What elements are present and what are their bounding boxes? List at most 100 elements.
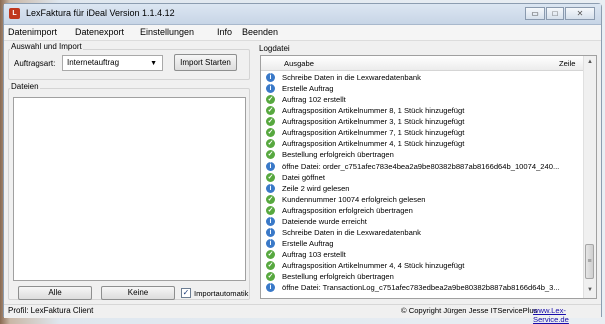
success-check-icon: ✓ <box>266 95 275 105</box>
info-icon: i <box>266 161 275 171</box>
status-bar: Profil: LexFaktura Client © Copyright Jü… <box>4 304 601 324</box>
column-header-line[interactable]: Zeile <box>559 59 575 68</box>
success-check-icon: ✓ <box>266 128 275 138</box>
log-row-text: Auftragsposition Artikelnummer 4, 4 Stüc… <box>282 261 465 271</box>
info-icon: i <box>266 238 275 248</box>
log-row-text: öffne Datei: TransactionLog_c751afec783e… <box>282 283 560 293</box>
log-row-text: Kundennummer 10074 erfolgreich gelesen <box>282 194 426 204</box>
log-row-text: Schreibe Daten in die Lexwaredatenbank <box>282 73 421 82</box>
log-row-text: Auftragsposition erfolgreich übertragen <box>282 205 413 215</box>
log-row-text: Zeile 2 wird gelesen <box>282 183 350 193</box>
success-check-icon: ✓ <box>266 139 275 149</box>
menu-bar: Datenimport Datenexport Einstellungen In… <box>4 25 601 41</box>
menu-info[interactable]: Info <box>217 27 232 37</box>
order-type-label: Auftragsart: <box>14 59 56 68</box>
maximize-button[interactable]: □ <box>546 7 564 20</box>
log-row[interactable]: ✓ Auftragsposition Artikelnummer 3, 1 Stü… <box>261 116 585 127</box>
log-row[interactable]: i Dateiende wurde erreicht <box>261 216 585 227</box>
main-window: L LexFaktura für iDeal Version 1.1.4.12 … <box>3 3 602 324</box>
import-group-label: Auswahl und Import <box>10 42 83 51</box>
log-row-text: Schreibe Daten in die Lexwaredatenbank <box>282 227 421 237</box>
log-row[interactable]: i Erstelle Auftrag <box>261 238 585 249</box>
success-check-icon: ✓ <box>266 250 275 259</box>
success-check-icon: ✓ <box>266 205 275 215</box>
success-check-icon: ✓ <box>266 172 275 182</box>
order-type-value: Internetauftrag <box>67 58 120 67</box>
log-row-text: Datei göffnet <box>282 172 325 182</box>
log-row-text: Erstelle Auftrag <box>282 238 334 248</box>
log-label: Logdatei <box>259 44 290 53</box>
select-all-button[interactable]: Alle <box>18 286 92 300</box>
log-row[interactable]: ✓ Auftragsposition Artikelnummer 4, 4 Stü… <box>261 260 585 271</box>
log-row-text: Auftragsposition Artikelnummer 4, 1 Stüc… <box>282 139 465 149</box>
log-row-text: Erstelle Auftrag <box>282 84 334 94</box>
success-check-icon: ✓ <box>266 150 275 160</box>
log-row-text: Auftrag 102 erstellt <box>282 95 346 105</box>
lexfaktura-app-icon: L <box>9 8 20 19</box>
log-row[interactable]: ✓ Auftragsposition erfolgreich übertragen <box>261 205 585 216</box>
log-row[interactable]: ✓ Auftrag 102 erstellt <box>261 94 585 105</box>
log-row[interactable]: i öffne Datei: TransactionLog_c751afec783… <box>261 282 585 293</box>
scroll-up-icon[interactable]: ▲ <box>587 59 593 65</box>
column-header-output[interactable]: Ausgabe <box>284 59 314 68</box>
checkmark-icon: ✓ <box>182 288 190 297</box>
close-button[interactable]: ✕ <box>565 7 595 20</box>
menu-datenexport[interactable]: Datenexport <box>75 27 124 37</box>
log-row[interactable]: ✓ Auftragsposition Artikelnummer 7, 1 Stü… <box>261 127 585 138</box>
log-row-text: Auftragsposition Artikelnummer 3, 1 Stüc… <box>282 117 465 127</box>
scroll-grip-icon: ≡ <box>587 258 592 265</box>
log-row[interactable]: ✓ Bestellung erfolgreich übertragen <box>261 149 585 160</box>
log-row[interactable]: ✓ Datei göffnet <box>261 172 585 183</box>
menu-beenden[interactable]: Beenden <box>242 27 278 37</box>
info-icon: i <box>266 283 275 293</box>
info-icon: i <box>266 84 275 94</box>
info-icon: i <box>266 73 275 82</box>
log-row[interactable]: i Schreibe Daten in die Lexwaredatenbank <box>261 227 585 238</box>
scroll-down-icon[interactable]: ▼ <box>587 287 593 293</box>
log-row-text: öffne Datei: order_c751afec783e4bea2a9be… <box>282 161 560 171</box>
menu-einstellungen[interactable]: Einstellungen <box>140 27 194 37</box>
info-icon: i <box>266 216 275 226</box>
log-row[interactable]: ✓ Auftragsposition Artikelnummer 8, 1 Stü… <box>261 105 585 116</box>
log-row[interactable]: ✓ Auftragsposition Artikelnummer 4, 1 Stü… <box>261 138 585 149</box>
scroll-thumb[interactable]: ≡ <box>585 244 594 279</box>
menu-datenimport[interactable]: Datenimport <box>8 27 57 37</box>
success-check-icon: ✓ <box>266 194 275 204</box>
minimize-button[interactable]: ▭ <box>525 7 545 20</box>
log-row[interactable]: i öffne Datei: order_c751afec783e4bea2a9b… <box>261 161 585 172</box>
auto-import-label: Importautomatik <box>194 289 249 298</box>
log-row[interactable]: ✓ Bestellung erfolgreich übertragen <box>261 271 585 282</box>
success-check-icon: ✓ <box>266 106 275 116</box>
log-row[interactable]: ✓ Kundennummer 10074 erfolgreich gelesen <box>261 194 585 205</box>
info-icon: i <box>266 183 275 193</box>
log-header: Ausgabe Zeile <box>261 56 585 71</box>
log-rows: i Schreibe Daten in die Lexwaredatenbank i… <box>261 72 585 293</box>
log-row-text: Auftragsposition Artikelnummer 7, 1 Stüc… <box>282 128 465 138</box>
window-title: LexFaktura für iDeal Version 1.1.4.12 <box>26 8 175 18</box>
select-none-button[interactable]: Keine <box>101 286 175 300</box>
import-start-button[interactable]: Import Starten <box>174 54 237 71</box>
log-row-text: Bestellung erfolgreich übertragen <box>282 150 394 160</box>
log-panel: Ausgabe Zeile i Schreibe Daten in die Lex… <box>260 55 597 299</box>
log-scrollbar[interactable]: ▲ ≡ ▼ <box>583 56 596 298</box>
log-row-text: Bestellung erfolgreich übertragen <box>282 272 394 282</box>
title-bar[interactable]: L LexFaktura für iDeal Version 1.1.4.12 … <box>4 4 601 25</box>
log-row-text: Dateiende wurde erreicht <box>282 216 367 226</box>
info-icon: i <box>266 227 275 237</box>
success-check-icon: ✓ <box>266 261 275 271</box>
log-row[interactable]: i Schreibe Daten in die Lexwaredatenbank <box>261 72 585 83</box>
files-list[interactable] <box>13 97 246 281</box>
log-row-text: Auftrag 103 erstellt <box>282 250 346 259</box>
log-row[interactable]: i Erstelle Auftrag <box>261 83 585 94</box>
website-link[interactable]: www.Lex-Service.de <box>533 306 601 324</box>
success-check-icon: ✓ <box>266 272 275 282</box>
files-group-label: Dateien <box>10 82 40 91</box>
profile-status: Profil: LexFaktura Client <box>8 306 94 315</box>
auto-import-checkbox[interactable]: ✓ <box>181 288 191 298</box>
log-row[interactable]: i Zeile 2 wird gelesen <box>261 183 585 194</box>
log-row[interactable]: ✓ Auftrag 103 erstellt <box>261 249 585 260</box>
copyright-text: © Copyright Jürgen Jesse ITServicePlus <box>401 306 538 315</box>
chevron-down-icon: ▼ <box>150 60 157 67</box>
log-row-text: Auftragsposition Artikelnummer 8, 1 Stüc… <box>282 106 465 116</box>
order-type-select[interactable]: Internetauftrag ▼ <box>62 55 163 71</box>
